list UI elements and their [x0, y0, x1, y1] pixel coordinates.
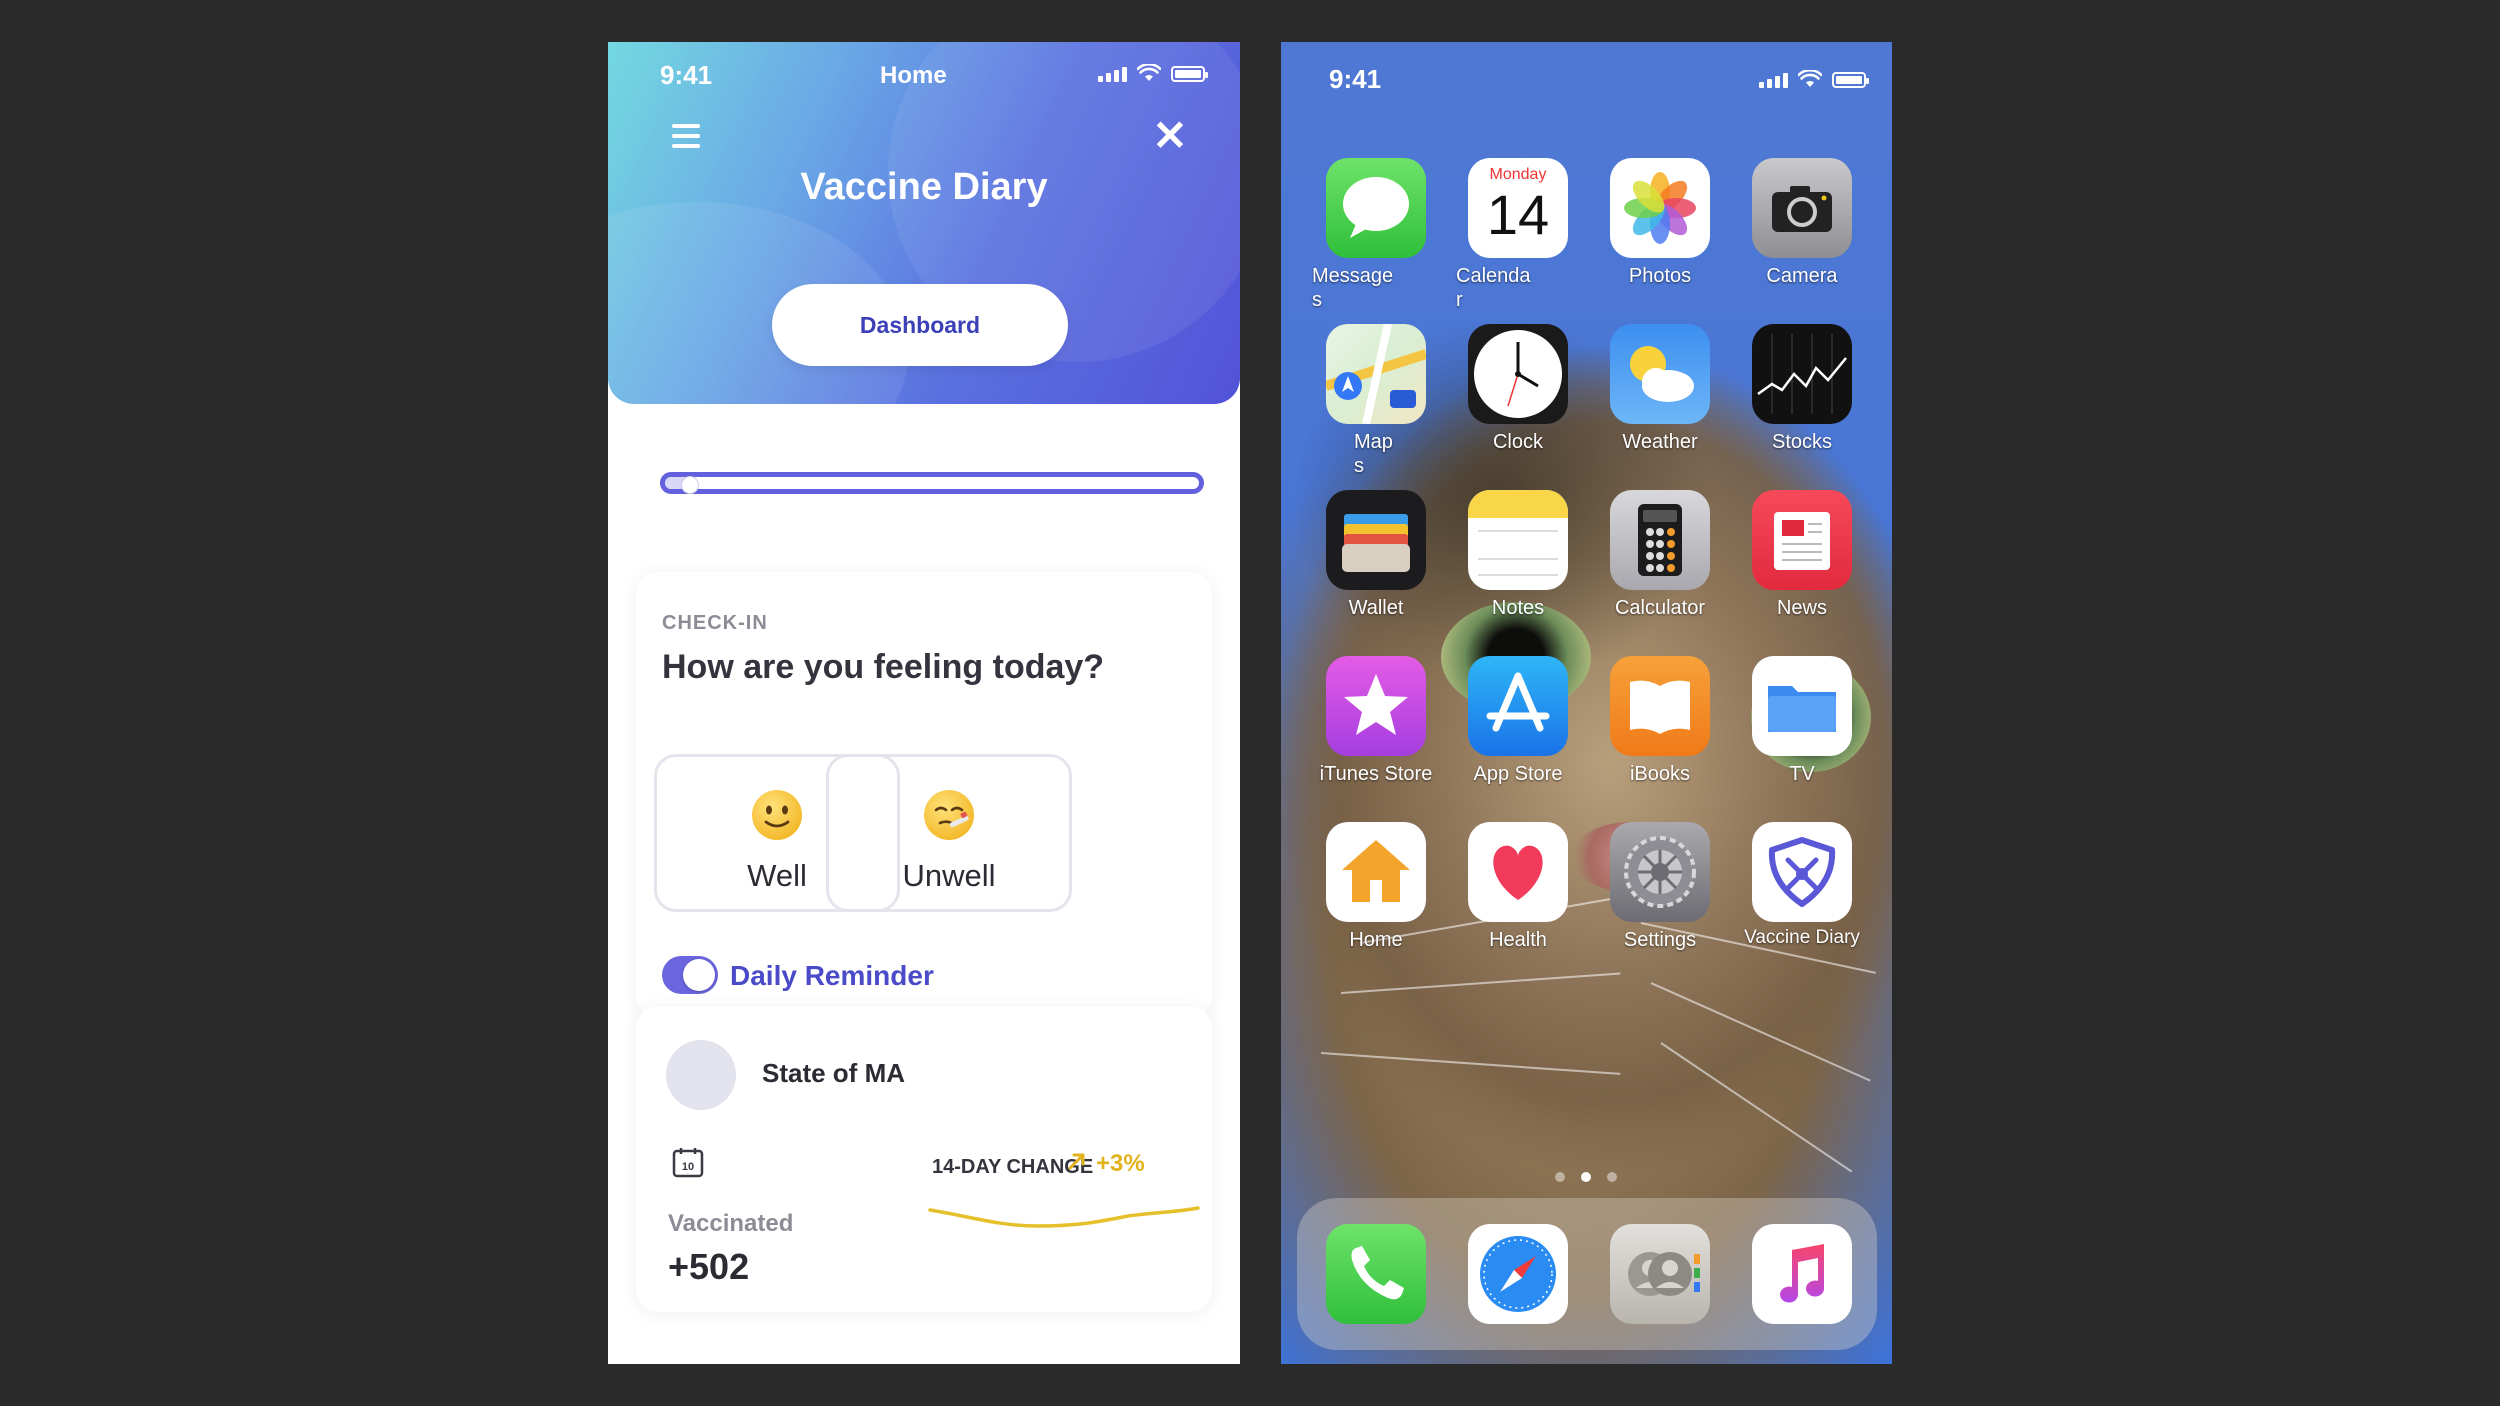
state-name: State of MA [762, 1058, 905, 1088]
change-value: +3% [1096, 1150, 1145, 1177]
sick-face-icon [924, 790, 974, 840]
app-header: 9:41 Home ✕ Vaccine Diary Dashboard [608, 42, 1240, 404]
stocks-icon[interactable] [1752, 324, 1852, 424]
status-icons [1759, 70, 1869, 88]
safari-icon[interactable] [1468, 1224, 1568, 1324]
app-label-weather: Weather [1622, 431, 1698, 453]
app-label-calculator: Calculator [1614, 597, 1706, 619]
app-label-calendar: Calenda r [1456, 265, 1531, 311]
wallpaper-whisker [1320, 1052, 1621, 1075]
app-title: Vaccine Diary [800, 166, 1048, 208]
photos-icon[interactable] [1610, 158, 1710, 258]
state-avatar [666, 1040, 736, 1110]
maps-icon[interactable] [1324, 323, 1428, 425]
signal-icon [1759, 73, 1788, 88]
trend-up-arrow-icon [1068, 1153, 1085, 1170]
contacts-icon[interactable] [1610, 1224, 1710, 1324]
app-label-home: Home [1349, 929, 1403, 951]
daily-reminder-toggle[interactable] [662, 956, 718, 994]
vaccine-diary-app-screen: 9:41 Home ✕ Vaccine Diary Dashboard CHEC… [608, 42, 1240, 1364]
vaccine-diary-icon[interactable] [1752, 822, 1852, 922]
vaccinated-label: Vaccinated [668, 1210, 794, 1237]
news-icon[interactable] [1752, 490, 1852, 590]
notes-icon[interactable] [1468, 490, 1568, 590]
calculator-icon[interactable] [1610, 490, 1710, 590]
dock [1297, 1198, 1877, 1350]
checkin-question: How are you feeling today? [662, 648, 1105, 686]
app-label-stocks: Stocks [1771, 431, 1833, 453]
hamburger-menu-icon[interactable] [672, 124, 700, 148]
mood-unwell-button[interactable]: Unwell [826, 754, 1072, 912]
change-sparkline [928, 1206, 1200, 1228]
status-icons [1098, 64, 1208, 82]
app-label-notes: Notes [1491, 597, 1545, 619]
camera-icon[interactable] [1752, 158, 1852, 258]
page-dot [1607, 1172, 1617, 1182]
app-label-wallet: Wallet [1348, 597, 1404, 619]
wallpaper-whisker [1340, 972, 1621, 994]
calendar-day: 10 [682, 1161, 694, 1173]
app-label-camera: Camera [1766, 265, 1838, 287]
close-icon[interactable]: ✕ [1150, 115, 1190, 157]
files-icon[interactable] [1752, 656, 1852, 756]
dashboard-button[interactable]: Dashboard [772, 284, 1068, 366]
app-label-tv: TV [1789, 763, 1815, 785]
mood-unwell-label: Unwell [902, 858, 996, 893]
signal-icon [1098, 67, 1127, 82]
page-indicator[interactable] [1555, 1172, 1617, 1182]
messages-icon[interactable] [1326, 158, 1426, 258]
status-back-label[interactable]: Home [880, 62, 947, 90]
checkin-card: CHECK-IN How are you feeling today? Well… [636, 572, 1212, 1018]
status-time: 9:41 [1329, 64, 1382, 94]
wallpaper-whisker [1660, 1042, 1853, 1173]
ibooks-icon[interactable] [1610, 656, 1710, 756]
clock-icon[interactable] [1468, 324, 1568, 424]
app-label-news: News [1776, 597, 1827, 619]
app-label-itunes-store: iTunes Store [1319, 763, 1433, 785]
app-label-app-store: App Store [1473, 763, 1563, 785]
calendar-icon: 10 [672, 1148, 704, 1178]
ios-home-screen: 9:41 Message s Monday 14 Calenda r Photo [1281, 42, 1892, 1364]
health-icon[interactable] [1468, 822, 1568, 922]
page-dot-current [1581, 1172, 1591, 1182]
app-store-icon[interactable] [1468, 656, 1568, 756]
itunes-store-icon[interactable] [1326, 656, 1426, 756]
page-dot [1555, 1172, 1565, 1182]
app-label-settings: Settings [1623, 929, 1697, 951]
slider-thumb[interactable] [681, 476, 700, 494]
vaccinated-value: +502 [668, 1246, 750, 1287]
app-label-messages: Message s [1312, 265, 1394, 311]
calendar-day: 14 [1486, 183, 1550, 246]
home-app-icon[interactable] [1326, 822, 1426, 922]
progress-slider[interactable] [660, 472, 1204, 494]
wifi-icon [1798, 70, 1822, 87]
app-label-vaccine-diary: Vaccine Diary [1744, 927, 1860, 948]
wifi-icon [1137, 64, 1161, 81]
state-stats-card[interactable]: State of MA 10 Vaccinated +502 14-DAY CH… [636, 1006, 1212, 1312]
music-icon[interactable] [1752, 1224, 1852, 1324]
app-label-ibooks: iBooks [1629, 763, 1691, 785]
slightly-smiling-face-icon [752, 790, 802, 840]
checkin-label: CHECK-IN [662, 612, 768, 634]
wallet-icon[interactable] [1326, 490, 1426, 590]
app-label-photos: Photos [1628, 265, 1692, 287]
battery-icon [1832, 72, 1869, 88]
battery-icon [1171, 66, 1208, 82]
weather-icon[interactable] [1610, 324, 1710, 424]
app-label-health: Health [1489, 929, 1547, 951]
status-time: 9:41 [660, 60, 713, 90]
wallpaper-whisker [1650, 982, 1871, 1082]
settings-icon[interactable] [1610, 822, 1710, 922]
daily-reminder-label: Daily Reminder [730, 960, 934, 991]
phone-icon[interactable] [1326, 1224, 1426, 1324]
app-label-clock: Clock [1492, 431, 1543, 453]
calendar-app-icon[interactable]: Monday 14 [1468, 158, 1568, 258]
